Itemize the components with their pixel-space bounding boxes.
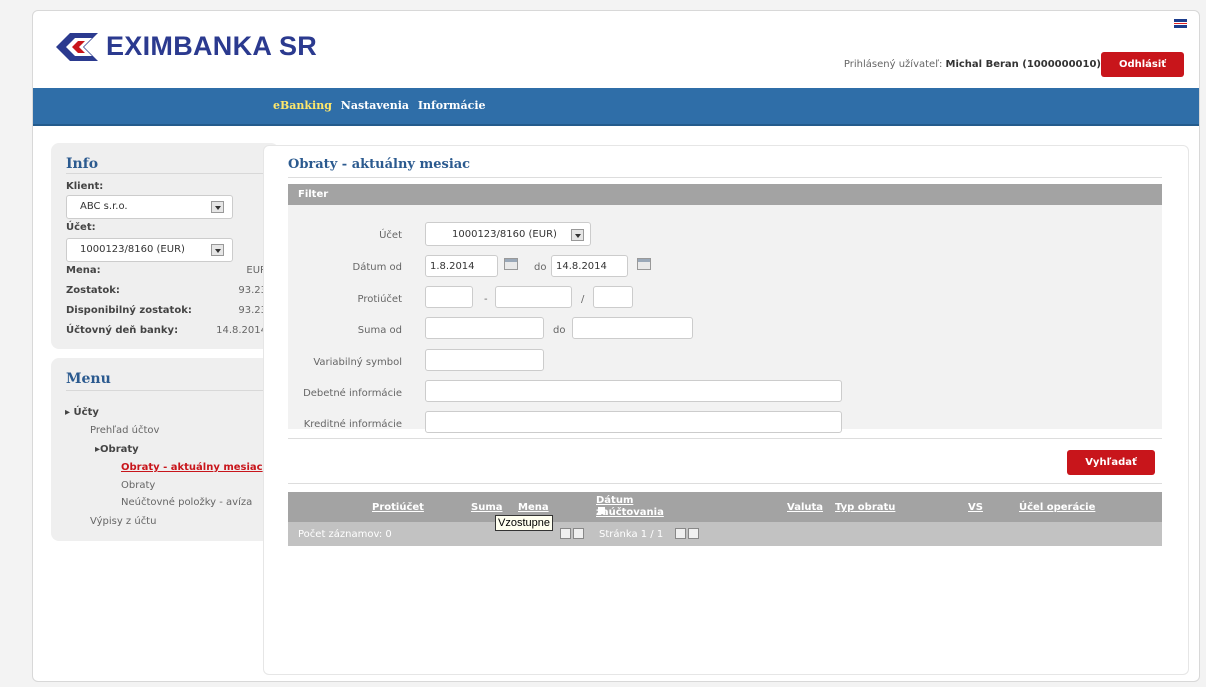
date-to-input[interactable]: 14.8.2014 — [551, 255, 628, 277]
menu-panel: Menu ▸ Účty Prehľad účtov ▸Obraty Obraty… — [51, 358, 279, 541]
dash-separator: - — [484, 294, 488, 305]
results-table-header: Protiúčet Suma Mena Dátum zaúčtovania Va… — [288, 492, 1162, 522]
col-currency[interactable]: Mena — [518, 502, 549, 513]
chevron-down-icon[interactable] — [571, 229, 584, 241]
counter-number-input[interactable] — [495, 286, 572, 308]
credit-info-label: Kreditné informácie — [303, 419, 402, 430]
calendar-icon[interactable] — [504, 258, 518, 270]
eximbanka-logo-icon — [56, 32, 98, 61]
date-from-label: Dátum od — [352, 262, 402, 273]
record-count: Počet záznamov: 0 — [298, 529, 392, 540]
col-turnover-type[interactable]: Typ obratu — [835, 502, 895, 513]
menu-item-turnovers-label: Obraty — [100, 444, 139, 455]
credit-info-input[interactable] — [425, 411, 842, 433]
variable-symbol-input[interactable] — [425, 349, 544, 371]
account-filter-select[interactable]: 1000123/8160 (EUR) — [425, 222, 591, 246]
logged-user-info: Prihlásený užívateľ: Michal Beran (10000… — [844, 59, 1101, 70]
sum-to-input[interactable] — [572, 317, 693, 339]
divider — [288, 177, 1162, 178]
menu-item-accounts[interactable]: ▸ Účty — [65, 407, 99, 418]
menu-item-current-month[interactable]: Obraty - aktuálny mesiac — [121, 462, 263, 473]
calendar-icon[interactable] — [637, 258, 651, 270]
divider — [66, 390, 264, 391]
debit-info-label: Debetné informácie — [303, 388, 402, 399]
user-name: Michal Beran (1000000010) — [945, 59, 1102, 70]
col-value-date[interactable]: Valuta — [787, 502, 823, 513]
sort-icon[interactable] — [598, 507, 605, 514]
prev-page-icon[interactable] — [573, 528, 584, 539]
page-frame: EXIMBANKA SR Prihlásený užívateľ: Michal… — [32, 10, 1200, 682]
slash-separator: / — [581, 294, 585, 305]
menu-item-non-accounting[interactable]: Neúčtovné položky - avíza — [121, 497, 252, 508]
menu-item-accounts-label: Účty — [73, 407, 99, 418]
menu-item-turnovers[interactable]: ▸Obraty — [95, 444, 139, 455]
page-title: Obraty - aktuálny mesiac — [288, 157, 471, 172]
counter-bank-code-input[interactable] — [593, 286, 633, 308]
account-select-value: 1000123/8160 (EUR) — [80, 244, 185, 255]
bank-day-value: 14.8.2014 — [216, 325, 267, 336]
currency-label: Mena: — [66, 265, 101, 276]
last-page-icon[interactable] — [688, 528, 699, 539]
sum-from-input[interactable] — [425, 317, 544, 339]
top-navbar: eBanking Nastavenia Informácie — [33, 88, 1199, 126]
chevron-down-icon[interactable] — [211, 244, 224, 256]
balance-label: Zostatok: — [66, 285, 120, 296]
main-content: Obraty - aktuálny mesiac Filter Účet 100… — [263, 145, 1189, 675]
date-from-input[interactable]: 1.8.2014 — [425, 255, 498, 277]
user-label: Prihlásený užívateľ: — [843, 59, 943, 70]
sum-to-label: do — [553, 325, 566, 336]
logout-button[interactable]: Odhlásiť — [1101, 52, 1184, 77]
divider — [288, 438, 1162, 439]
date-to-label: do — [534, 262, 547, 273]
col-counter-account[interactable]: Protiúčet — [372, 502, 424, 513]
chevron-down-icon[interactable] — [211, 201, 224, 213]
nav-ebanking[interactable]: eBanking — [273, 99, 332, 112]
sort-tooltip: Vzostupne — [495, 515, 553, 531]
results-table-footer: Počet záznamov: 0 Stránka 1 / 1 — [288, 522, 1162, 546]
variable-symbol-label: Variabilný symbol — [313, 357, 402, 368]
counter-prefix-input[interactable] — [425, 286, 473, 308]
nav-information[interactable]: Informácie — [418, 99, 486, 112]
brand-name: EXIMBANKA SR — [106, 31, 318, 61]
bank-day-label: Účtovný deň banky: — [66, 325, 179, 336]
client-select-value: ABC s.r.o. — [80, 201, 128, 212]
nav-settings[interactable]: Nastavenia — [341, 99, 409, 112]
sum-from-label: Suma od — [357, 325, 402, 336]
account-field-label: Účet — [379, 230, 402, 241]
info-title: Info — [66, 156, 99, 172]
page-indicator: Stránka 1 / 1 — [599, 529, 664, 540]
col-posting-date-label: zaúčtovania — [596, 507, 664, 518]
menu-title: Menu — [66, 371, 111, 387]
search-button[interactable]: Vyhľadať — [1067, 450, 1155, 475]
menu-item-turnovers-sub[interactable]: Obraty — [121, 480, 155, 491]
col-vs[interactable]: VS — [968, 502, 983, 513]
menu-item-statements[interactable]: Výpisy z účtu — [90, 516, 156, 527]
menu-item-accounts-overview[interactable]: Prehľad účtov — [90, 425, 159, 436]
triangle-right-icon: ▸ — [65, 407, 74, 418]
divider — [288, 483, 1162, 484]
account-select[interactable]: 1000123/8160 (EUR) — [66, 238, 233, 262]
available-balance-label: Disponibilný zostatok: — [66, 305, 192, 316]
info-panel: Info Klient: ABC s.r.o. Účet: 1000123/81… — [51, 143, 279, 349]
client-label: Klient: — [66, 181, 104, 192]
account-label: Účet: — [66, 222, 96, 233]
col-sum[interactable]: Suma — [471, 502, 503, 513]
logo[interactable]: EXIMBANKA SR — [56, 31, 317, 62]
client-select[interactable]: ABC s.r.o. — [66, 195, 233, 219]
col-posting-date[interactable]: Dátum — [596, 495, 633, 506]
next-page-icon[interactable] — [675, 528, 686, 539]
account-filter-value: 1000123/8160 (EUR) — [452, 229, 557, 240]
col-purpose[interactable]: Účel operácie — [1019, 502, 1095, 513]
divider — [66, 173, 264, 174]
filter-form: Účet 1000123/8160 (EUR) Dátum od 1.8.201… — [288, 205, 1162, 433]
counter-account-label: Protiúčet — [357, 294, 402, 305]
first-page-icon[interactable] — [560, 528, 571, 539]
uk-flag-icon[interactable] — [1174, 19, 1187, 28]
debit-info-input[interactable] — [425, 380, 842, 402]
filter-header: Filter — [288, 184, 1162, 205]
